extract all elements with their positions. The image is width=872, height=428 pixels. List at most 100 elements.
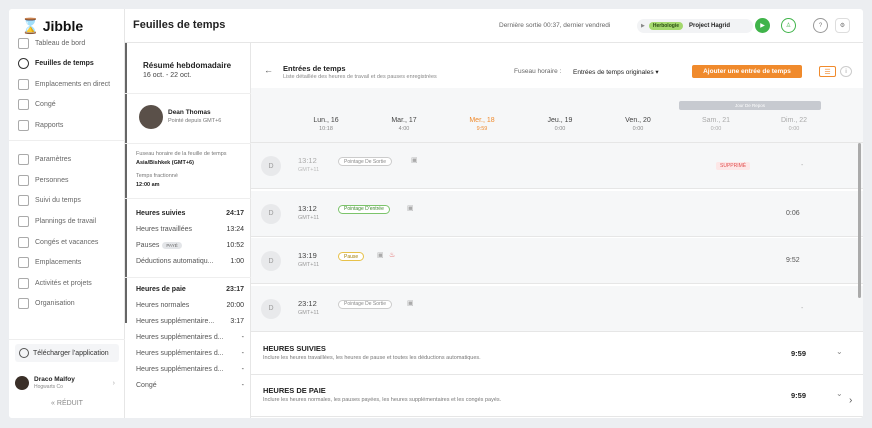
entry-avatar: D	[261, 298, 281, 319]
entry-time: 13:19	[298, 251, 317, 260]
sidebar-item-5[interactable]: Paramètres	[9, 150, 125, 168]
sidebar-item-7[interactable]: Suivi du temps	[9, 191, 125, 209]
download-app-button[interactable]: Télécharger l'application	[15, 344, 119, 362]
sidebar-item-8[interactable]: Plannings de travail	[9, 212, 125, 230]
jibble-logo-icon: ⌛	[21, 18, 40, 35]
paid-badge: PAYÉ	[162, 242, 182, 249]
play-button[interactable]: ▶	[755, 18, 770, 33]
collapse-button[interactable]: « RÉDUIT	[9, 400, 125, 407]
divider	[125, 198, 251, 199]
timezone-select[interactable]: Entrées de temps originales ▾	[573, 68, 659, 76]
entry-type-tag: Pointage De Sortie	[338, 157, 392, 166]
summary-value: -	[241, 366, 244, 373]
day-tab[interactable]: Sam., 21 0:00	[681, 117, 751, 132]
scrollbar[interactable]	[125, 43, 127, 323]
dashboard-icon	[18, 37, 29, 49]
summary-row: Heures travaillées 13:24	[136, 226, 244, 233]
expand-arrow-icon[interactable]: ›	[849, 395, 852, 406]
sidebar-item-0[interactable]: Tableau de bord	[9, 34, 125, 52]
summary-value: 13:24	[226, 226, 244, 233]
list-view-icon[interactable]: ☰	[819, 66, 836, 77]
back-arrow-icon[interactable]: ←	[264, 65, 273, 75]
user-profile[interactable]: Draco Malfoy Hogwarts Co ›	[15, 371, 119, 395]
total-section[interactable]: HEURES SUIVIES Inclure les heures travail…	[251, 334, 863, 375]
schedule-icon	[18, 215, 29, 227]
device-icon: ▣	[377, 252, 384, 259]
report-icon	[18, 119, 29, 131]
divider	[125, 93, 251, 94]
day-tab[interactable]: Dim., 22 0:00	[759, 117, 829, 132]
day-tab[interactable]: Mar., 17 4:00	[369, 117, 439, 132]
time-entry-row[interactable]: D 13:19 GMT+11 Pause ▣ ♨ 9:52	[251, 238, 863, 284]
person-name: Dean Thomas	[168, 109, 211, 116]
device-icon: ▣	[411, 157, 418, 164]
entries-title: Entrées de temps	[283, 64, 346, 73]
summary-value: -	[241, 350, 244, 357]
summary-value: 3:17	[230, 318, 244, 325]
device-icon: ▣	[407, 204, 414, 212]
entry-time: 23:12	[298, 298, 317, 308]
clock-in-icon[interactable]: ♙	[781, 18, 796, 33]
summary-value: 23:17	[226, 286, 244, 293]
sidebar-item-6[interactable]: Personnes	[9, 171, 125, 189]
time-entry-row[interactable]: D 13:12 GMT+11 Pointage D'entrée ▣ 0:06	[251, 190, 863, 237]
sidebar-divider	[9, 140, 125, 141]
entry-duration: 0:06	[786, 209, 800, 217]
entry-time: 13:12	[298, 203, 317, 213]
sidebar-item-12[interactable]: Organisation	[9, 294, 125, 312]
help-icon[interactable]: ?	[813, 18, 828, 33]
activities-icon	[18, 277, 29, 289]
chevron-down-icon[interactable]: ⌄	[836, 347, 843, 356]
summary-value: 1:00	[230, 258, 244, 265]
download-icon	[19, 348, 29, 358]
total-subtitle: Inclure les heures normales, les pauses …	[263, 397, 502, 403]
summary-label: Congé	[136, 382, 157, 389]
summary-label: Déductions automatiqu...	[136, 258, 214, 265]
summary-row: Heures normales 20:00	[136, 302, 244, 309]
sidebar-item-1[interactable]: Feuilles de temps	[9, 54, 125, 72]
time-entry-row[interactable]: D 23:12 GMT+11 Pointage De Sortie ▣ -	[251, 285, 863, 332]
day-tab[interactable]: Ven., 20 0:00	[603, 117, 673, 132]
summary-label: Heures supplémentaires d...	[136, 366, 224, 373]
top-header: Feuilles de temps Dernière sortie 00:37,…	[125, 9, 863, 43]
split-label: Temps fractionné	[136, 173, 178, 179]
summary-label: Heures normales	[136, 302, 190, 309]
summary-value: -	[241, 334, 244, 341]
summary-row: Heures supplémentaires d... -	[136, 334, 244, 341]
sidebar-item-9[interactable]: Congés et vacances	[9, 233, 125, 251]
total-section[interactable]: HEURES DE PAIE Inclure les heures normale…	[251, 376, 863, 417]
day-tab[interactable]: Jeu., 19 0:00	[525, 117, 595, 132]
summary-row: Heures de paie 23:17	[136, 286, 244, 293]
brand-logo[interactable]: ⌛ Jibble	[21, 17, 83, 35]
sidebar-item-10[interactable]: Emplacements	[9, 253, 125, 271]
divider	[125, 277, 251, 278]
chevron-down-icon[interactable]: ⌄	[836, 389, 843, 398]
entries-scrollbar[interactable]	[858, 143, 861, 298]
apps-icon[interactable]: ⚙	[835, 18, 850, 33]
entries-subtitle: Liste détaillée des heures de travail et…	[283, 74, 437, 80]
location-icon	[18, 78, 29, 90]
timer-bar[interactable]: ▶ Herbologie Project Hagrid	[637, 19, 753, 33]
sidebar-item-4[interactable]: Rapports	[9, 116, 125, 134]
entry-time: 13:12	[298, 156, 317, 165]
summary-value: 10:52	[226, 242, 244, 249]
info-icon[interactable]: i	[840, 66, 852, 77]
summary-label: Heures de paie	[136, 286, 186, 293]
time-entry-row[interactable]: D 13:12 GMT+11 Pointage De Sortie ▣ SUPPRIMÉ -	[251, 143, 863, 189]
total-value: 9:59	[791, 349, 807, 358]
add-time-entry-button[interactable]: Ajouter une entrée de temps	[692, 65, 802, 78]
sidebar-item-3[interactable]: Congé	[9, 95, 125, 113]
device-icon: ▣	[407, 299, 414, 307]
summary-label: Heures supplémentaire...	[136, 318, 215, 325]
sidebar-item-11[interactable]: Activités et projets	[9, 274, 125, 292]
person-avatar	[139, 105, 163, 129]
sidebar-item-2[interactable]: Emplacements en direct	[9, 75, 125, 93]
tz-label: Fuseau horaire de la feuille de temps	[136, 151, 227, 157]
summary-value: -	[241, 382, 244, 389]
day-tab[interactable]: Mer., 18 9:59	[447, 117, 517, 132]
summary-row: Heures supplémentaires d... -	[136, 366, 244, 373]
summary-value: 20:00	[226, 302, 244, 309]
summary-row: Heures suivies 24:17	[136, 210, 244, 217]
activity-tag: Herbologie	[648, 22, 683, 30]
day-tab[interactable]: Lun., 16 10:18	[291, 117, 361, 132]
